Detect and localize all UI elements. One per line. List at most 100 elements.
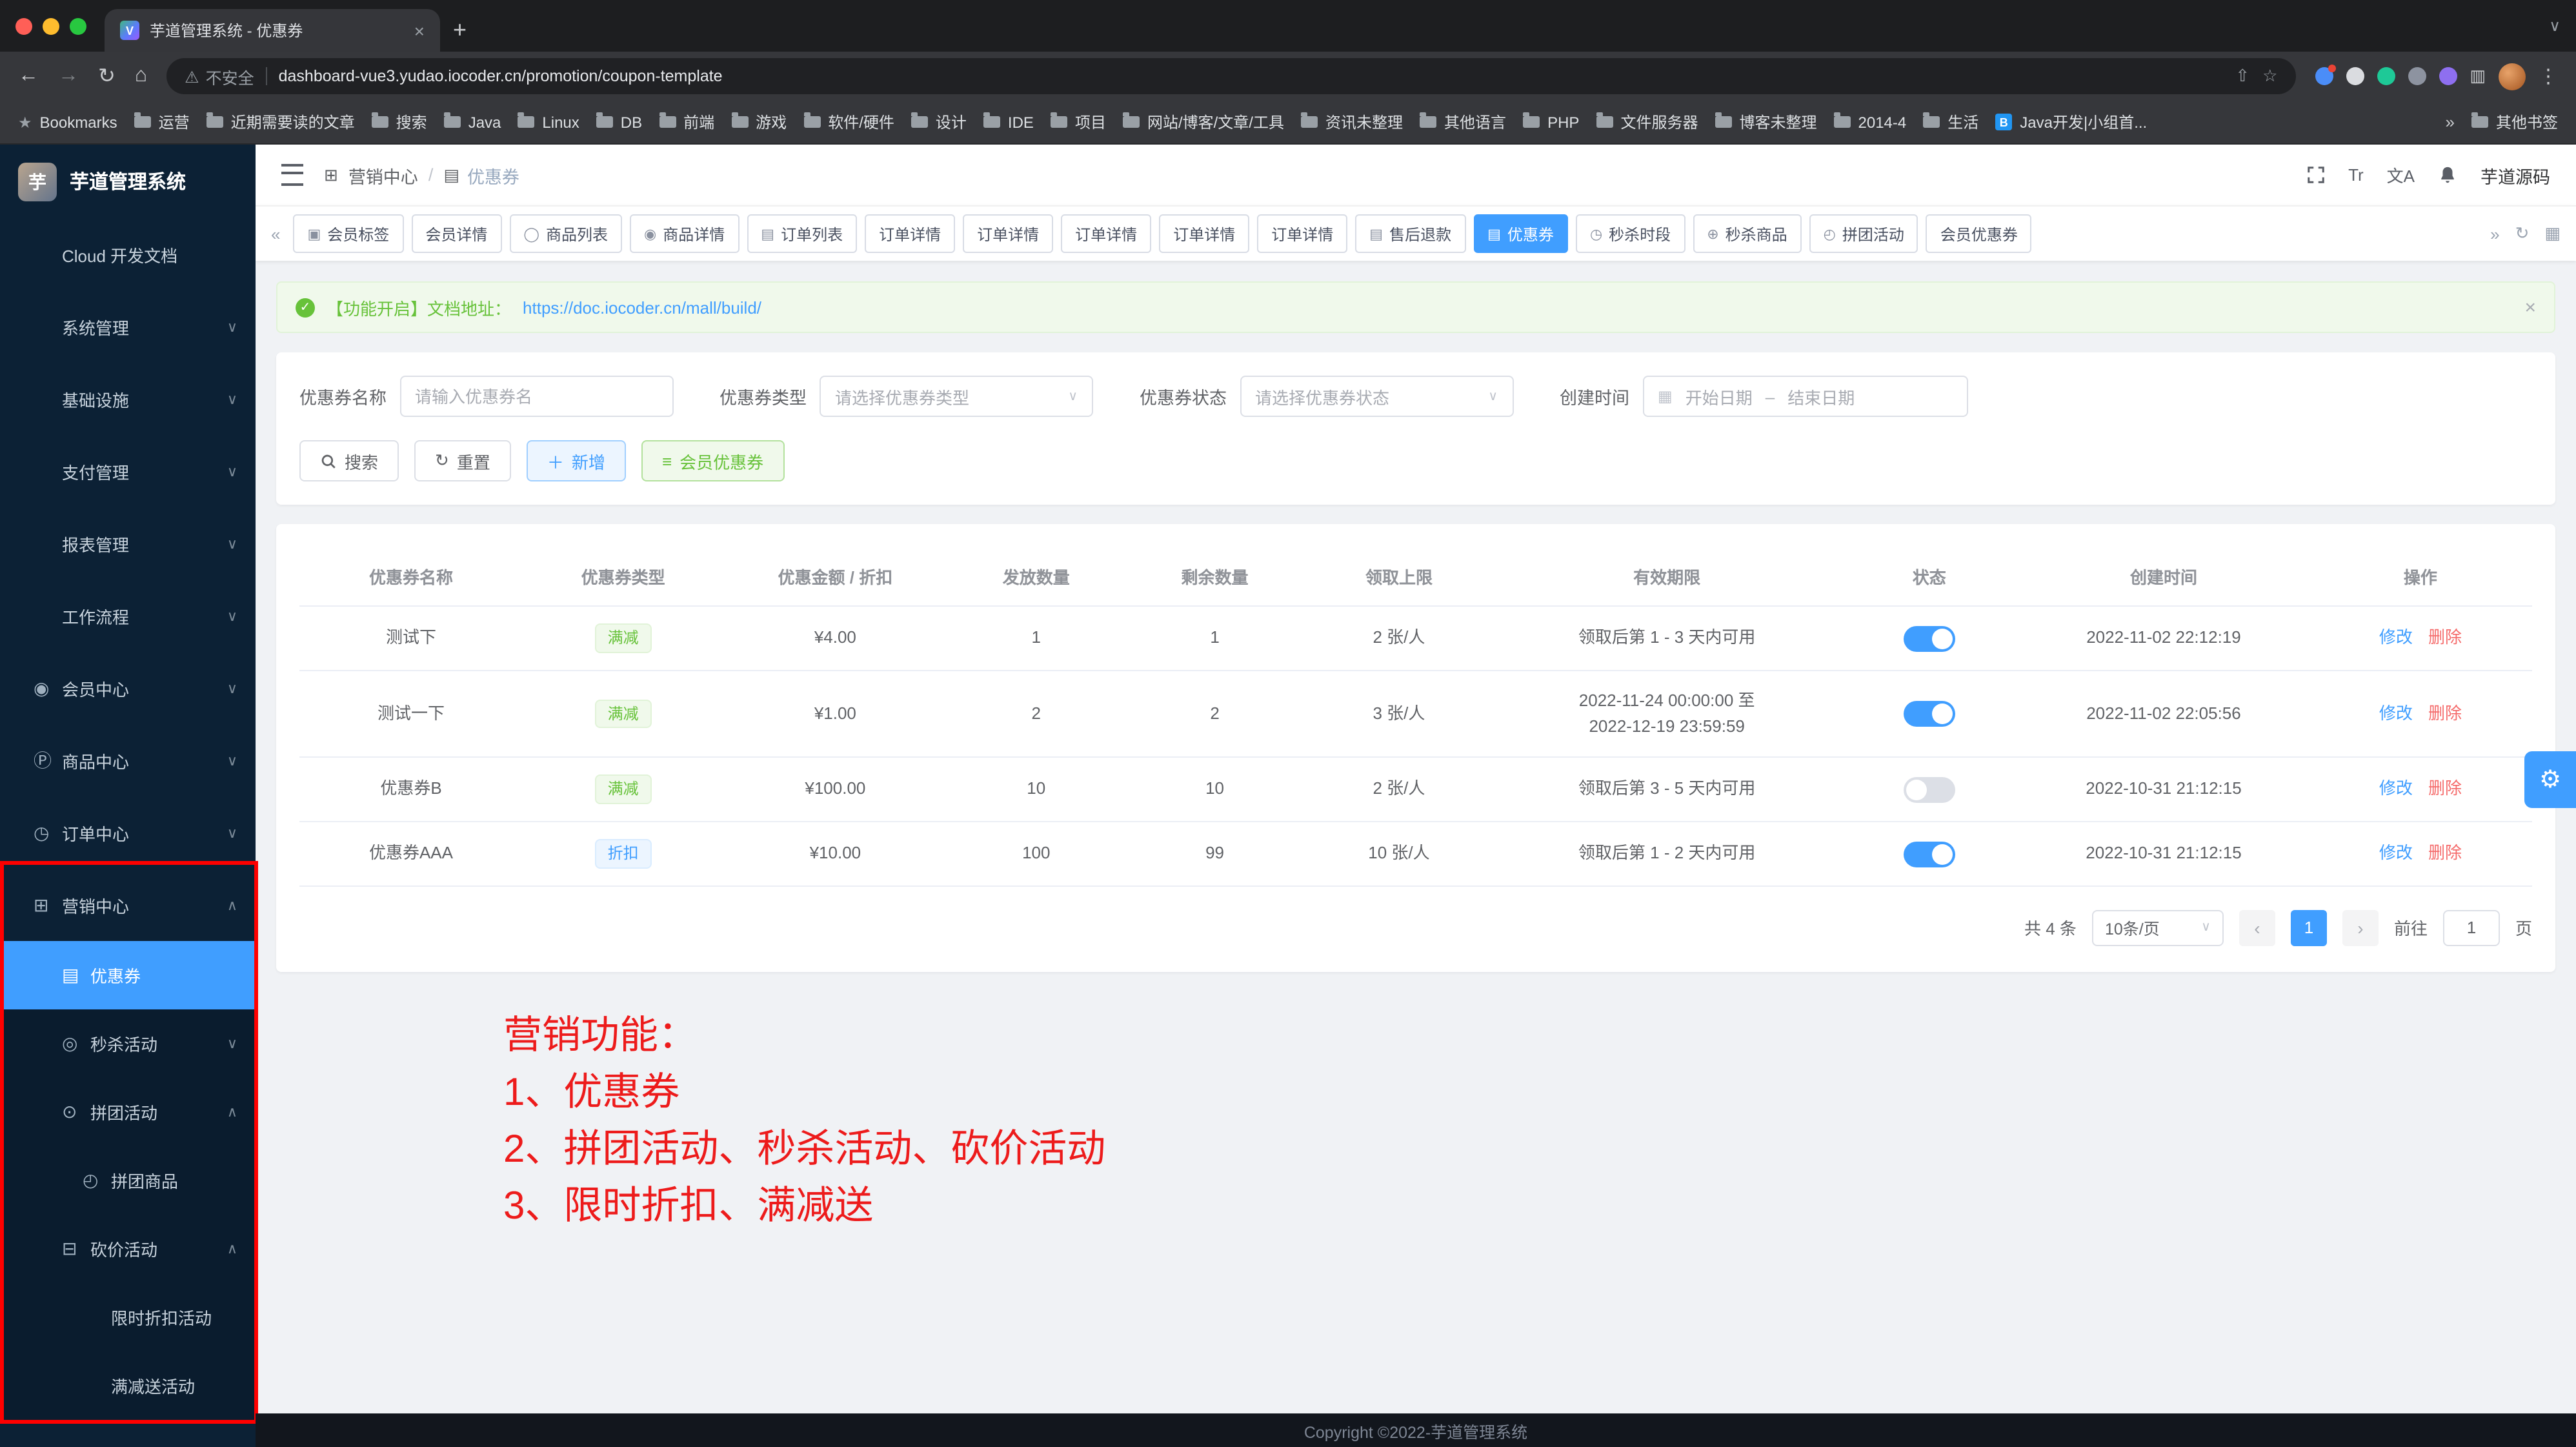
- page-size-select[interactable]: 10条/页 ∨: [2092, 909, 2224, 946]
- delete-link[interactable]: 删除: [2428, 843, 2462, 862]
- bookmark-item[interactable]: 其他语言: [1420, 111, 1506, 133]
- tags-scroll-right-icon[interactable]: »: [2488, 224, 2502, 243]
- settings-fab[interactable]: ⚙: [2524, 751, 2576, 808]
- delete-link[interactable]: 删除: [2428, 628, 2462, 647]
- tags-scroll-left-icon[interactable]: «: [268, 224, 283, 243]
- bookmark-item[interactable]: Java开发|小组首...: [1995, 111, 2147, 133]
- alert-doc-link[interactable]: https://doc.iocoder.cn/mall/build/: [523, 298, 761, 317]
- bookmark-item[interactable]: IDE: [983, 113, 1034, 131]
- status-toggle[interactable]: [1904, 625, 1955, 651]
- sidebar-menu-item[interactable]: Ⓟ 商品中心: [0, 724, 256, 796]
- bookmark-item[interactable]: 2014-4: [1834, 113, 1907, 131]
- goto-page-input[interactable]: [2443, 909, 2500, 946]
- date-range-picker[interactable]: ▦ 开始日期 – 结束日期: [1642, 376, 1967, 417]
- extension-icon[interactable]: [2439, 67, 2457, 85]
- tag-tab[interactable]: 会员优惠券: [1926, 214, 2032, 253]
- bookmark-item[interactable]: 运营: [134, 111, 190, 133]
- bookmark-item[interactable]: 近期需要读的文章: [206, 111, 355, 133]
- bookmark-item[interactable]: 博客未整理: [1715, 111, 1816, 133]
- tab-close-icon[interactable]: ×: [414, 20, 425, 41]
- app-logo[interactable]: 芋 芋道管理系统: [0, 145, 256, 218]
- bookmark-star-icon[interactable]: ☆: [2262, 66, 2277, 86]
- tag-tab[interactable]: ▣ 会员标签: [293, 214, 403, 253]
- fullscreen-icon[interactable]: [2306, 165, 2325, 185]
- security-warning[interactable]: ⚠ 不安全: [185, 64, 254, 88]
- reset-button[interactable]: ↻ 重置: [414, 440, 511, 481]
- bookmark-item[interactable]: 软件/硬件: [803, 111, 894, 133]
- edit-link[interactable]: 修改: [2379, 703, 2413, 723]
- tag-tab[interactable]: 订单详情: [1061, 214, 1151, 253]
- sidebar-menu-item[interactable]: 满减送活动: [0, 1351, 256, 1420]
- bookmark-item[interactable]: 搜索: [372, 111, 427, 133]
- status-toggle[interactable]: [1904, 777, 1955, 803]
- bookmark-item[interactable]: PHP: [1523, 113, 1579, 131]
- sidebar-menu-item[interactable]: 系统管理: [0, 290, 256, 363]
- new-tab-button[interactable]: +: [453, 17, 467, 44]
- split-view-icon[interactable]: ▥: [2470, 66, 2486, 86]
- delete-link[interactable]: 删除: [2428, 779, 2462, 798]
- sidebar-menu-item[interactable]: ⊞ 营销中心: [0, 869, 256, 941]
- sidebar-menu-item[interactable]: 基础设施: [0, 363, 256, 435]
- language-icon[interactable]: 文A: [2387, 163, 2415, 187]
- coupon-type-select[interactable]: 请选择优惠券类型 ∨: [820, 376, 1093, 417]
- sidebar-menu-item[interactable]: ⊙ 拼团活动: [0, 1078, 256, 1146]
- tag-tab[interactable]: ⊕ 秒杀商品: [1693, 214, 1801, 253]
- font-size-icon[interactable]: Tr: [2348, 165, 2364, 185]
- user-name[interactable]: 芋道源码: [2480, 162, 2550, 188]
- zoom-window-button[interactable]: [70, 17, 86, 34]
- tags-refresh-icon[interactable]: ↻: [2513, 223, 2532, 244]
- tag-tab[interactable]: ▤ 订单列表: [747, 214, 857, 253]
- coupon-name-input[interactable]: [399, 376, 673, 417]
- tag-tab[interactable]: 订单详情: [1257, 214, 1347, 253]
- next-page-button[interactable]: ›: [2342, 909, 2379, 946]
- sidebar-menu-item[interactable]: ◎ 秒杀活动: [0, 1009, 256, 1078]
- sidebar-menu-item[interactable]: 工作流程: [0, 580, 256, 652]
- tag-tab[interactable]: 订单详情: [1159, 214, 1249, 253]
- tag-tab[interactable]: 会员详情: [411, 214, 501, 253]
- member-coupon-button[interactable]: ≡ 会员优惠券: [641, 440, 784, 481]
- browser-menu-icon[interactable]: ⋮: [2539, 65, 2558, 88]
- sidebar-menu-item[interactable]: ◉ 会员中心: [0, 652, 256, 724]
- profile-avatar[interactable]: [2499, 63, 2526, 90]
- sidebar-menu-item[interactable]: ◷ 订单中心: [0, 796, 256, 869]
- add-coupon-button[interactable]: ＋ 新增: [527, 440, 626, 481]
- status-toggle[interactable]: [1904, 701, 1955, 727]
- tag-tab[interactable]: 订单详情: [963, 214, 1053, 253]
- notification-bell-icon[interactable]: [2438, 165, 2457, 185]
- tag-tab[interactable]: ▤ 售后退款: [1355, 214, 1465, 253]
- layout-setting-icon[interactable]: ▦: [2542, 223, 2563, 244]
- sidebar-menu-item[interactable]: Cloud 开发文档: [0, 218, 256, 290]
- sidebar-menu-item[interactable]: 支付管理: [0, 435, 256, 507]
- tag-tab[interactable]: ◷ 秒杀时段: [1576, 214, 1685, 253]
- share-icon[interactable]: ⇧: [2235, 66, 2249, 86]
- bookmark-item[interactable]: 网站/博客/文章/工具: [1123, 111, 1284, 133]
- bookmark-item[interactable]: DB: [596, 113, 642, 131]
- bookmark-item[interactable]: 游戏: [731, 111, 787, 133]
- sidebar-menu-item[interactable]: ▤ 优惠券: [0, 941, 256, 1009]
- bookmark-item[interactable]: 项目: [1051, 111, 1106, 133]
- sidebar-menu-item[interactable]: ⊟ 砍价活动: [0, 1215, 256, 1283]
- other-bookmarks[interactable]: 其他书签: [2471, 111, 2558, 133]
- bookmark-item[interactable]: 资讯未整理: [1301, 111, 1403, 133]
- back-button[interactable]: ←: [18, 65, 39, 88]
- forward-button[interactable]: →: [58, 65, 79, 88]
- search-button[interactable]: 搜索: [299, 440, 399, 481]
- current-page-button[interactable]: 1: [2291, 909, 2327, 946]
- tag-tab[interactable]: ▤ 优惠券: [1473, 214, 1568, 253]
- home-button[interactable]: ⌂: [135, 65, 147, 88]
- alert-close-icon[interactable]: ×: [2524, 296, 2536, 318]
- browser-tab[interactable]: V 芋道管理系统 - 优惠券 ×: [105, 9, 440, 52]
- close-window-button[interactable]: [15, 17, 32, 34]
- sidebar-menu-item[interactable]: 限时折扣活动: [0, 1283, 256, 1351]
- address-bar[interactable]: ⚠ 不安全 dashboard-vue3.yudao.iocoder.cn/pr…: [166, 58, 2295, 94]
- bookmark-item[interactable]: 生活: [1923, 111, 1978, 133]
- bookmark-item[interactable]: 设计: [911, 111, 967, 133]
- tag-tab[interactable]: ◉ 商品详情: [630, 214, 739, 253]
- extension-icon[interactable]: [2346, 67, 2364, 85]
- collapse-menu-icon[interactable]: [281, 164, 303, 186]
- edit-link[interactable]: 修改: [2379, 843, 2413, 862]
- bookmark-item[interactable]: Linux: [518, 113, 579, 131]
- sidebar-menu-item[interactable]: 报表管理: [0, 507, 256, 580]
- bookmark-item[interactable]: Java: [444, 113, 501, 131]
- extension-icon[interactable]: [2408, 67, 2426, 85]
